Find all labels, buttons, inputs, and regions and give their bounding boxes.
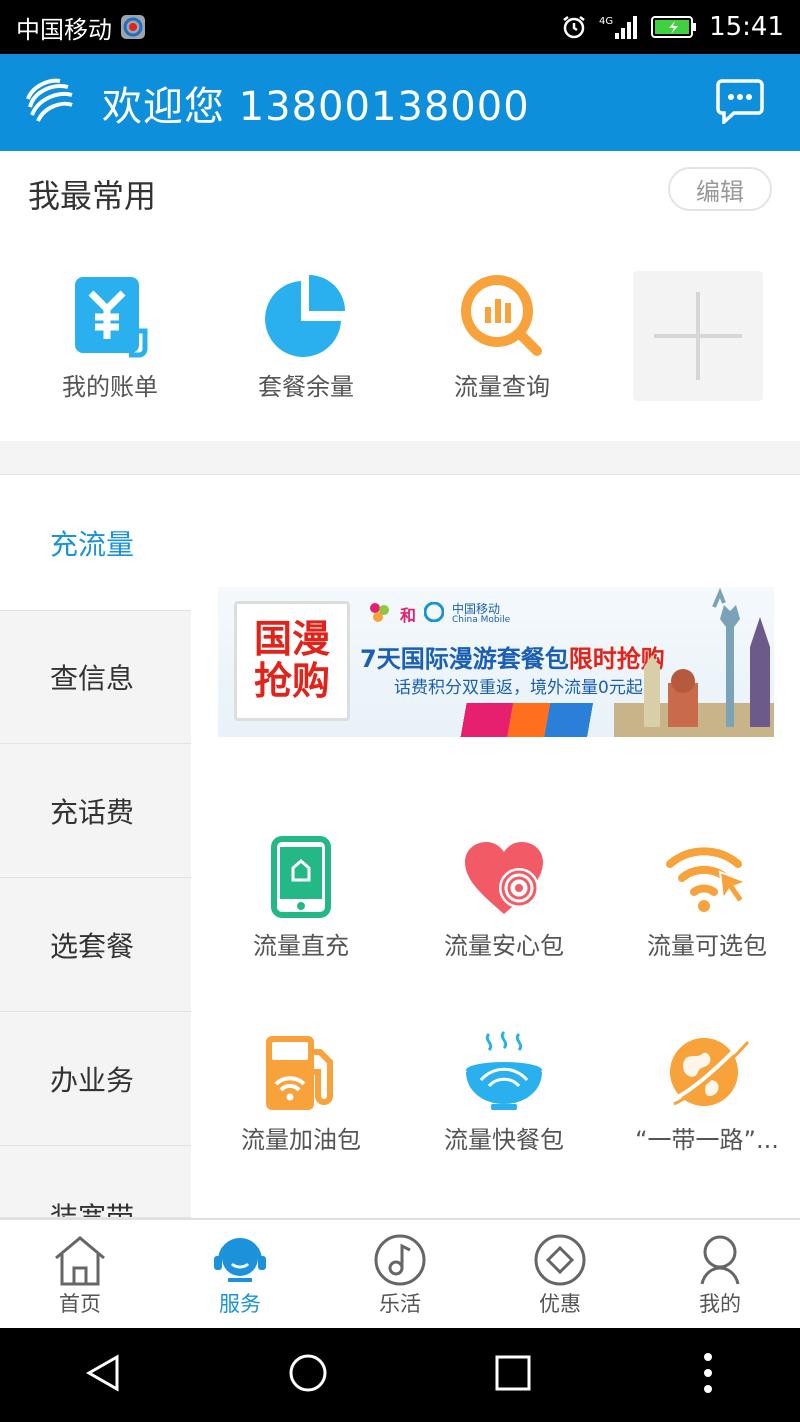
tab-label: 优惠 [539,1292,581,1316]
message-button[interactable] [716,78,764,128]
back-button[interactable] [83,1353,123,1397]
banner-badge: 国漫 抢购 [234,601,350,721]
and-brand-icon [368,601,392,627]
service-data-worry-free[interactable]: 流量安心包 [409,828,599,961]
service-label: 流量可选包 [647,932,767,960]
heart-wifi-icon [465,842,543,914]
banner-badge-line2: 抢购 [253,659,330,703]
and-brand-text: 和 [400,606,417,625]
service-belt-and-road[interactable]: “一带一路”... [612,1022,800,1155]
phone-recharge-icon [271,836,331,918]
service-label: 流量安心包 [444,932,564,960]
sidebar-item-broadband[interactable]: 装宽带 [0,1146,191,1218]
favorite-plan-balance[interactable]: 套餐余量 [226,273,386,402]
service-icon [214,1238,266,1282]
service-data-refuel[interactable]: 流量加油包 [206,1022,396,1155]
service-data-fast-food[interactable]: 流量快餐包 [409,1022,599,1155]
favorites-section: 我最常用 编辑 我的账单 套餐余量 流量查询 [0,151,800,441]
service-label: 流量快餐包 [444,1126,564,1154]
bill-icon [75,277,148,358]
china-mobile-text: 中国移动 [452,601,501,616]
battery-icon [651,15,697,39]
welcome-text: 欢迎您 13800138000 [102,83,530,130]
banner-badge-line1: 国漫 [253,617,330,662]
service-data-optional[interactable]: 流量可选包 [612,828,800,961]
clock: 15:41 [709,12,784,42]
more-vertical-icon [703,1353,712,1393]
tab-mine[interactable]: 我的 [640,1220,800,1328]
chat-icon [716,79,764,126]
more-button[interactable] [698,1351,718,1399]
roaming-promo-banner[interactable]: 国漫 抢购 和 中国移动 China Mobile 7天国际漫游套餐包限时抢购 … [218,587,774,737]
fuel-pump-icon [266,1036,333,1110]
tab-label: 我的 [699,1292,741,1316]
home-button[interactable] [288,1353,328,1397]
favorite-label: 套餐余量 [258,373,354,401]
banner-headline-main: 7天国际漫游套餐包 [360,645,569,673]
sidebar-item-business[interactable]: 办业务 [0,1012,191,1146]
favorite-label: 流量查询 [454,373,550,401]
status-bar: 中国移动 4G 15:41 [0,0,800,54]
favorite-my-bill[interactable]: 我的账单 [30,273,190,402]
sidebar-item-choose-plan[interactable]: 选套餐 [0,878,191,1012]
signal-icon: 4G [599,13,639,41]
bottom-tab-bar: 首页 服务 乐活 优惠 我的 [0,1218,800,1328]
china-mobile-small-icon [423,601,445,626]
section-divider [0,441,800,475]
network-type-label: 4G [599,16,613,27]
tab-label: 服务 [219,1292,261,1316]
system-nav-bar [0,1328,800,1422]
edit-button[interactable]: 编辑 [668,167,772,211]
service-label: 流量直充 [253,932,349,960]
tab-label: 首页 [59,1292,101,1316]
service-label: 流量加油包 [241,1126,361,1154]
user-icon [700,1235,740,1285]
tab-deals[interactable]: 优惠 [480,1220,640,1328]
banner-subline: 话费积分双重返，境外流量0元起 [394,678,643,698]
world-landmarks-icon [614,587,774,737]
banner-decor-stripe [448,703,628,737]
bowl-icon [466,1030,542,1110]
add-favorite-button[interactable] [633,271,763,401]
tab-home[interactable]: 首页 [0,1220,160,1328]
service-label: “一带一路”... [635,1126,779,1154]
alarm-icon [561,14,587,40]
back-icon [85,1354,118,1392]
favorites-title: 我最常用 [28,177,157,215]
sidebar-item-check-info[interactable]: 查信息 [0,610,191,744]
service-data-recharge[interactable]: 流量直充 [206,828,396,961]
wifi-cursor-icon [666,847,749,912]
china-mobile-logo-icon [24,77,76,129]
square-recents-icon [495,1355,530,1391]
tab-lifestyle[interactable]: 乐活 [320,1220,480,1328]
data-query-icon [461,275,542,356]
tab-service[interactable]: 服务 [160,1220,320,1328]
home-icon [55,1236,105,1286]
banner-logos: 和 中国移动 China Mobile [368,601,510,627]
circle-home-icon [289,1354,326,1392]
sidebar-item-recharge-fee[interactable]: 充话费 [0,744,191,878]
pie-chart-icon [265,275,345,357]
app-notification-icon [120,14,146,40]
music-icon [374,1234,426,1286]
tab-label: 乐活 [379,1292,421,1316]
coupon-icon [534,1234,586,1286]
recents-button[interactable] [493,1353,533,1397]
carrier-name: 中国移动 [16,15,112,44]
globe-icon [670,1038,750,1106]
china-mobile-en-text: China Mobile [452,614,511,625]
favorite-data-query[interactable]: 流量查询 [422,273,582,402]
favorite-label: 我的账单 [62,373,158,401]
app-header: 欢迎您 13800138000 [0,54,800,151]
sidebar-item-recharge-data[interactable]: 充流量 [0,476,191,610]
plus-icon [654,292,742,380]
